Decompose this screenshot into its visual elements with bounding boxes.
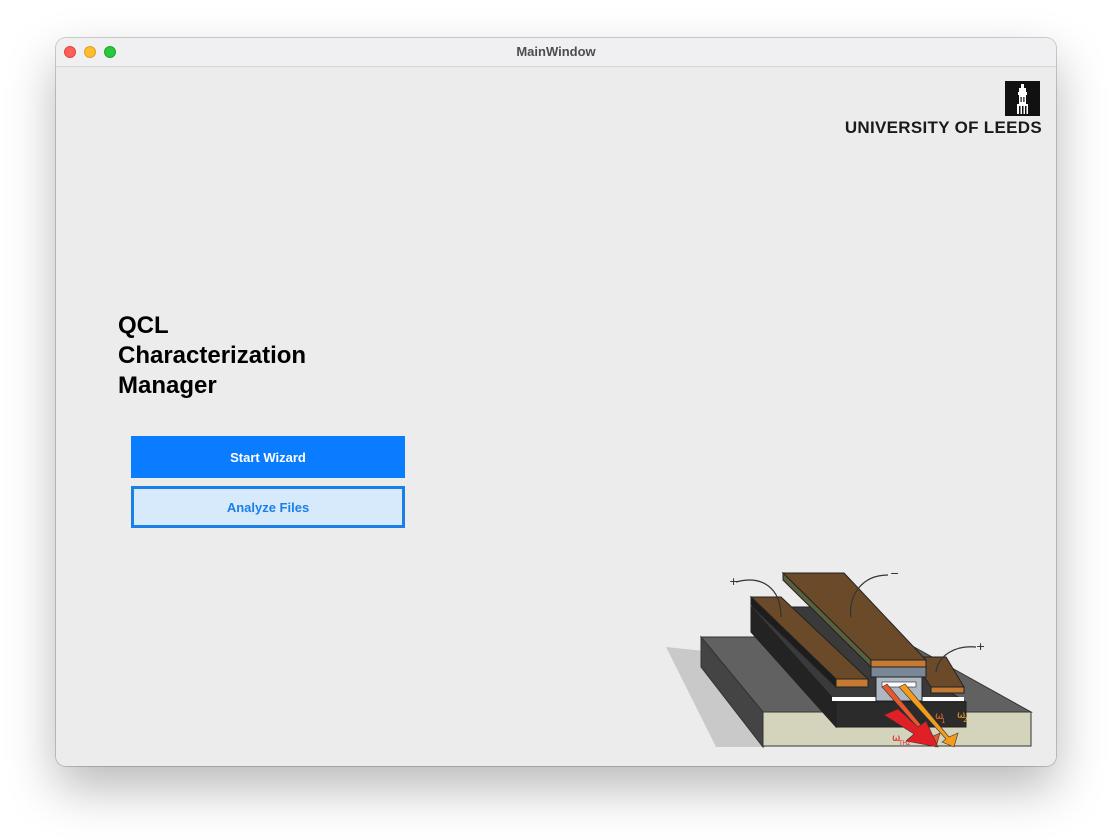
omega2-subscript: 2 — [963, 716, 967, 724]
qcl-device-illustration: + − + ω 1 ω 2 ω THz — [666, 567, 1033, 749]
university-logo-text: UNIVERSITY OF LEEDS — [844, 118, 1042, 137]
title-bar[interactable]: MainWindow — [56, 38, 1056, 67]
plus-terminal-label-right: + — [976, 640, 985, 653]
window-title: MainWindow — [516, 44, 596, 59]
app-title: QCL Characterization Manager — [118, 312, 307, 399]
plus-terminal-label-left: + — [729, 575, 738, 588]
start-wizard-button[interactable]: Start Wizard — [131, 436, 405, 478]
omega-thz-subscript: THz — [898, 740, 910, 747]
content-area: UNIVERSITY OF LEEDS QCL Characterization… — [56, 67, 1056, 766]
university-logo: UNIVERSITY OF LEEDS — [844, 81, 1042, 139]
tower-icon — [1005, 81, 1040, 116]
main-window: MainWindow UNIVERSITY OF LEEDS QCL Chara… — [56, 38, 1056, 766]
analyze-files-button[interactable]: Analyze Files — [131, 486, 405, 528]
minus-terminal-label: − — [890, 567, 899, 580]
omega1-subscript: 1 — [941, 717, 945, 725]
